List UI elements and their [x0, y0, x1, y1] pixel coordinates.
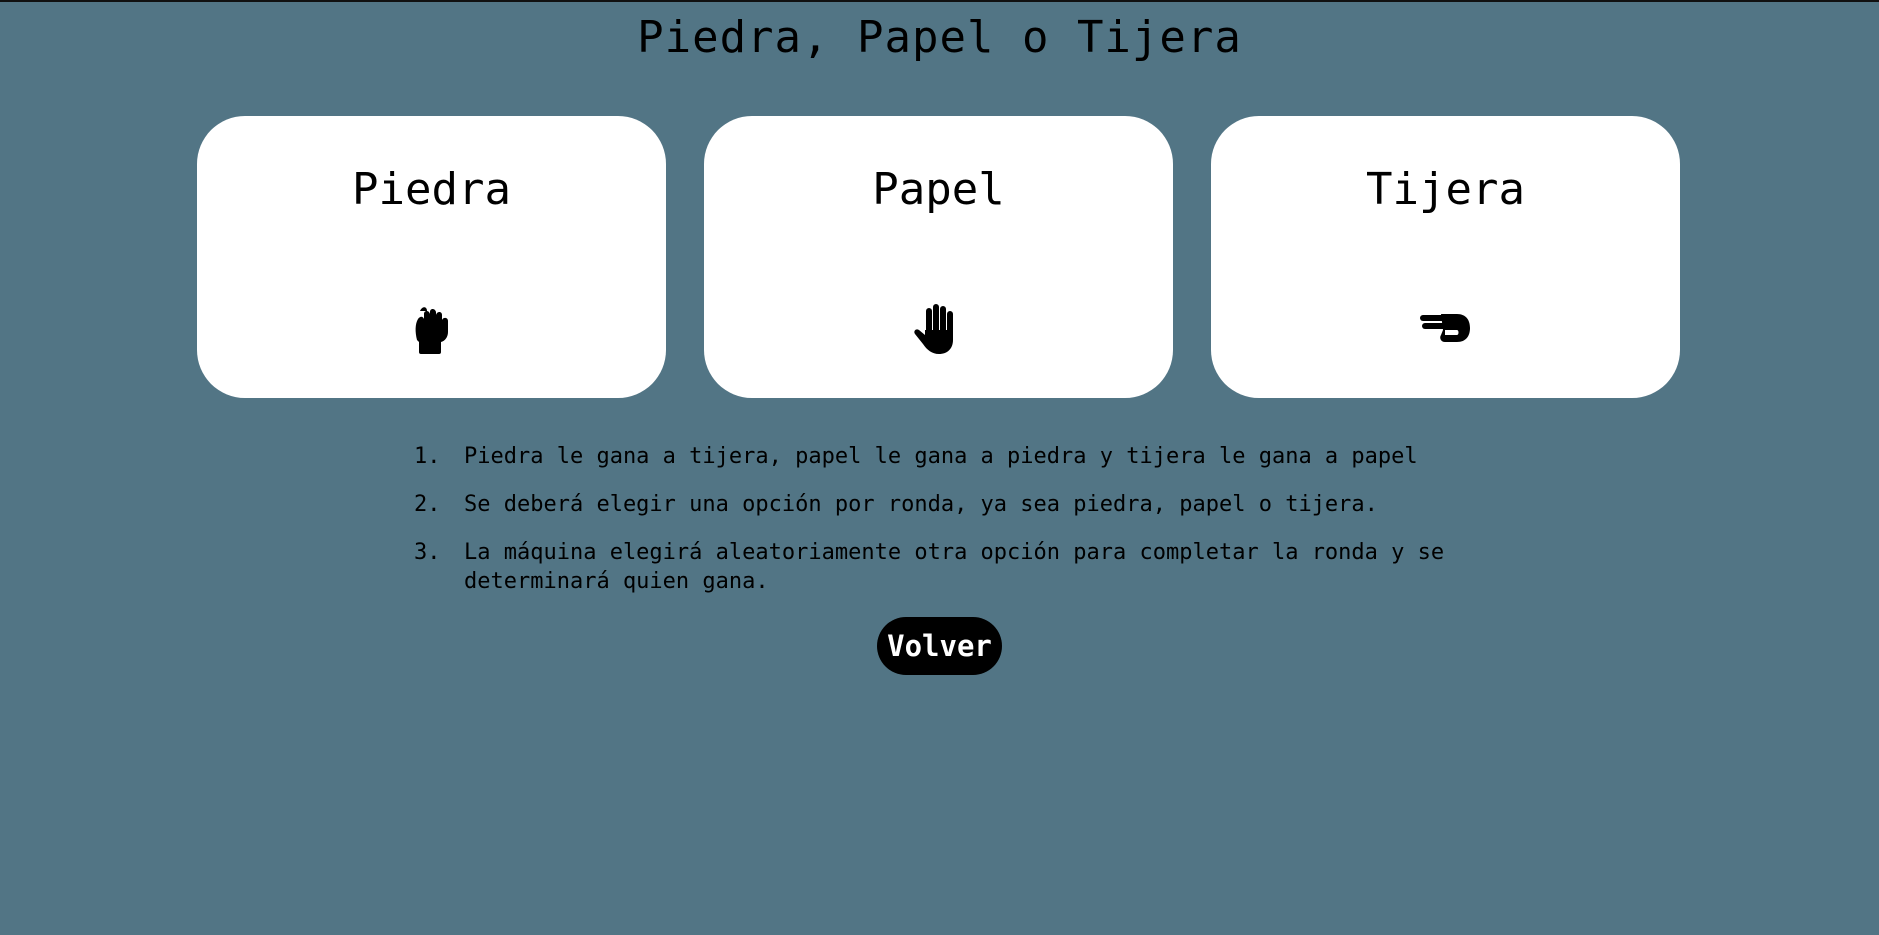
rule-number: 2. — [414, 492, 441, 517]
option-card-papel[interactable]: Papel — [704, 116, 1173, 398]
hand-scissors-icon — [1419, 302, 1473, 356]
rules-list: 1. Piedra le gana a tijera, papel le gan… — [412, 442, 1452, 615]
option-label-papel: Papel — [872, 164, 1005, 215]
hand-open-icon — [912, 302, 966, 356]
option-card-piedra[interactable]: Piedra — [197, 116, 666, 398]
page-title: Piedra, Papel o Tijera — [637, 12, 1242, 63]
options-row: Piedra Papel Tijera — [197, 116, 1680, 398]
rule-number: 3. — [414, 540, 441, 565]
option-label-tijera: Tijera — [1366, 164, 1525, 215]
hand-fist-icon — [405, 302, 459, 356]
rule-text: Se deberá elegir una opción por ronda, y… — [464, 492, 1378, 517]
rule-number: 1. — [414, 444, 441, 469]
rule-item: 2. Se deberá elegir una opción por ronda… — [412, 490, 1452, 519]
back-button[interactable]: Volver — [877, 617, 1002, 675]
rule-item: 3. La máquina elegirá aleatoriamente otr… — [412, 538, 1452, 596]
rule-item: 1. Piedra le gana a tijera, papel le gan… — [412, 442, 1452, 471]
rule-text: La máquina elegirá aleatoriamente otra o… — [464, 540, 1445, 594]
rule-text: Piedra le gana a tijera, papel le gana a… — [464, 444, 1418, 469]
option-label-piedra: Piedra — [352, 164, 511, 215]
option-card-tijera[interactable]: Tijera — [1211, 116, 1680, 398]
